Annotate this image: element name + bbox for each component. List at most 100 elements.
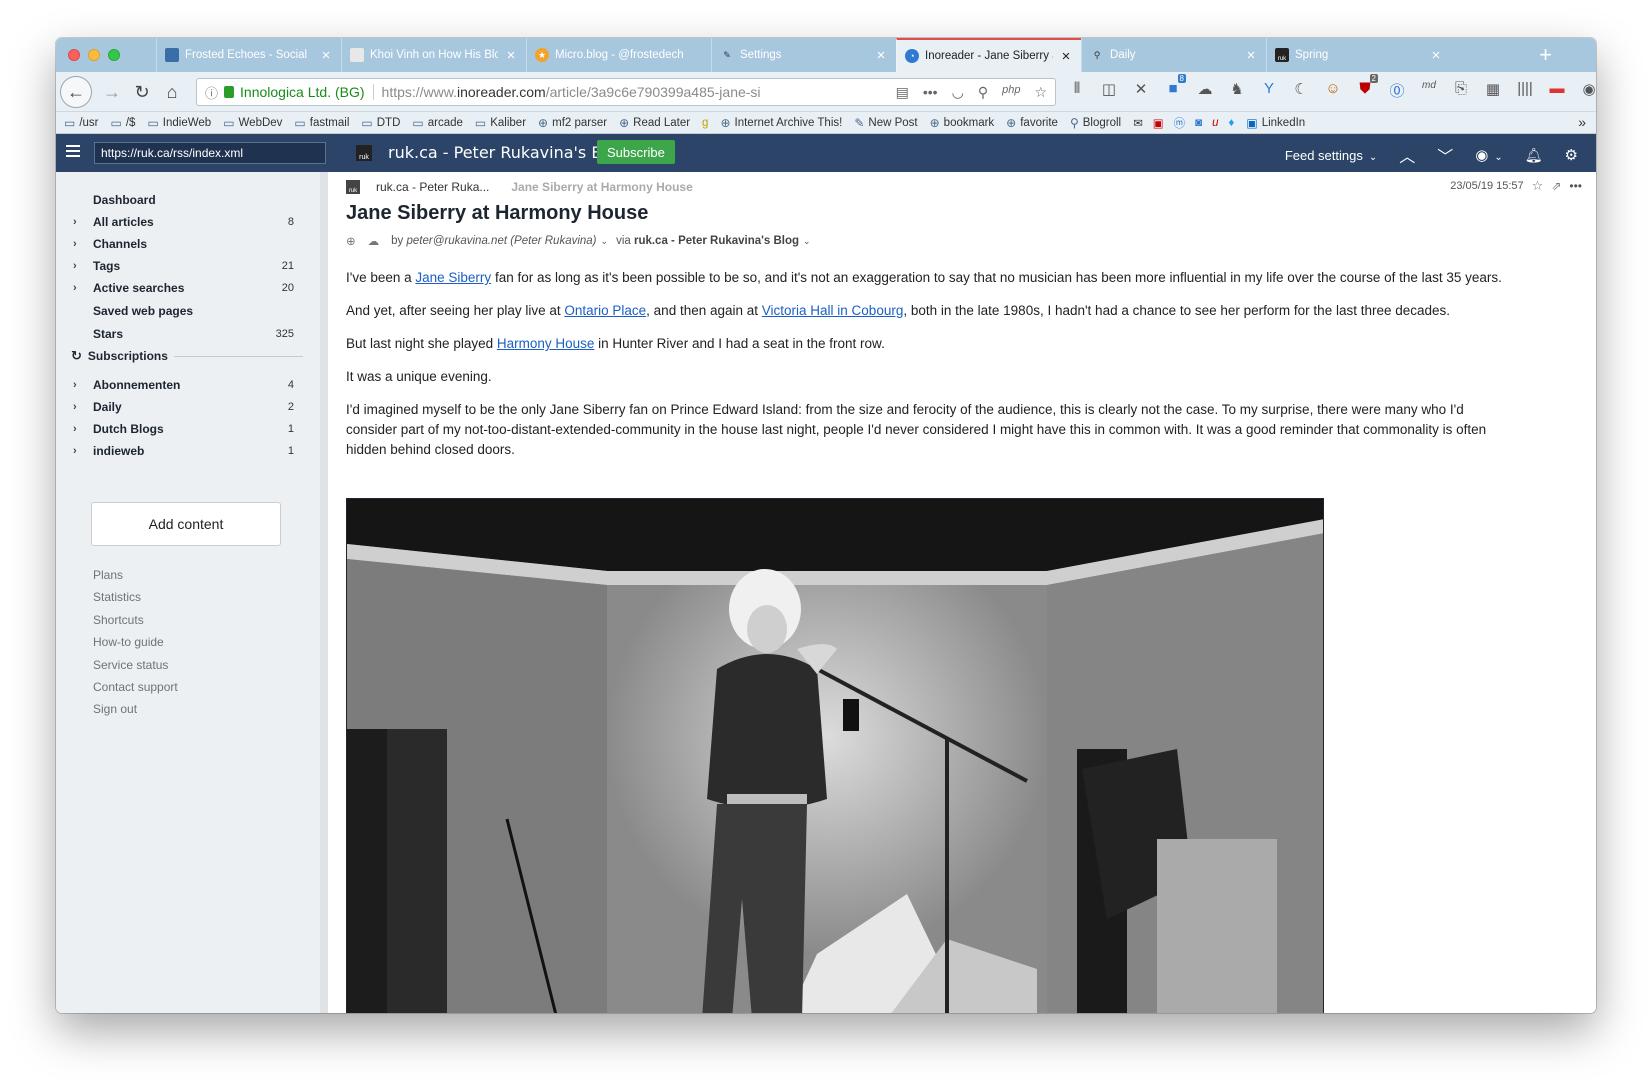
ublock-icon[interactable]: ⛊ 2 [1354,74,1378,101]
sidebar-item-channels[interactable]: › Channels [56,234,320,254]
close-tab-icon[interactable]: × [1244,47,1258,64]
account-icon[interactable]: ◉ [1578,80,1596,101]
star-icon[interactable]: ☆ [1532,178,1544,194]
chevron-right-icon[interactable]: › [73,401,77,413]
chevron-right-icon[interactable]: › [73,379,77,391]
external-link-icon[interactable]: ⇗ [1551,179,1561,193]
chevron-right-icon[interactable]: › [73,445,77,457]
more-options-icon[interactable]: ••• [1569,179,1582,193]
tab-inoreader[interactable]: ◔ Inoreader - Jane Siberry a × [896,38,1081,72]
twitter-icon[interactable]: ♦ [1228,117,1234,129]
close-tab-icon[interactable]: × [1429,47,1443,64]
article-via-feed[interactable]: ruk.ca - Peter Rukavina's Blog [634,235,799,247]
jane-siberry-link[interactable]: Jane Siberry [415,270,491,285]
previous-article-icon[interactable]: ︿ [1399,143,1415,167]
article-title[interactable]: Jane Siberry at Harmony House [346,202,648,225]
add-content-button[interactable]: Add content [91,502,281,546]
chevron-right-icon[interactable]: › [73,260,77,272]
close-tab-icon[interactable]: × [1059,48,1073,65]
reload-icon[interactable]: ↻ [128,78,156,106]
library-icon[interactable]: ⫴ [1066,80,1088,101]
victoria-hall-link[interactable]: Victoria Hall in Cobourg [762,303,904,318]
chevron-down-icon[interactable]: ⌄ [803,236,811,247]
script-icon[interactable]: u [1212,117,1218,129]
screenshot-icon[interactable]: ⎘ [1450,80,1472,101]
chevron-right-icon[interactable]: › [73,216,77,228]
tab-settings[interactable]: ✎ Settings × [711,38,896,72]
chevron-right-icon[interactable]: › [73,282,77,294]
bookmark-mf2-parser[interactable]: ⊕ mf2 parser [538,116,607,130]
tool-pin-icon[interactable]: ✕ [1130,80,1152,101]
bookmarks-overflow-icon[interactable]: » [1578,114,1586,130]
contact-support-link[interactable]: Contact support [93,680,178,694]
mastodon-icon[interactable]: ⓜ [1174,115,1186,131]
ycombinator-icon[interactable]: Y [1258,80,1280,101]
hamburger-menu-icon[interactable] [66,145,80,157]
rss-icon[interactable]: ◙ [1195,117,1202,129]
moon-icon[interactable]: ☾ [1290,80,1312,101]
sidebar-folder-abonnementen[interactable]: › Abonnementen 4 [56,375,320,395]
sidebar-item-tags[interactable]: › Tags 21 [56,256,320,276]
cloud-icon[interactable]: ☁ [1194,80,1216,101]
sidebar-icon[interactable]: ◫ [1098,80,1120,101]
next-article-icon[interactable]: ﹀ [1437,143,1453,167]
bookmark-folder-kaliber[interactable]: ▭ Kaliber [475,116,526,130]
ontario-place-link[interactable]: Ontario Place [564,303,646,318]
extension-badge-icon[interactable]: ■ 8 [1162,74,1186,101]
how-to-guide-link[interactable]: How-to guide [93,635,164,649]
feed-settings-dropdown[interactable]: Feed settings ⌄ [1285,148,1377,163]
pocket-icon[interactable]: ◡ [952,84,964,101]
service-status-link[interactable]: Service status [93,658,168,672]
info-icon[interactable]: ⓘ [205,83,218,102]
statistics-link[interactable]: Statistics [93,590,141,604]
article-author[interactable]: peter@rukavina.net (Peter Rukavina) [407,235,597,247]
chevron-right-icon[interactable]: › [73,238,77,250]
sidebar-folder-dutch-blogs[interactable]: › Dutch Blogs 1 [56,419,320,439]
sidebar-item-dashboard[interactable]: Dashboard [56,190,320,210]
bookmark-linkedin[interactable]: ▣ LinkedIn [1246,116,1305,130]
view-mode-dropdown[interactable]: ◉ ⌄ [1475,146,1502,164]
bookmark-internet-archive[interactable]: ⊕ Internet Archive This! [720,116,842,130]
sign-out-link[interactable]: Sign out [93,702,137,716]
url-text[interactable]: https://www.inoreader.com/article/3a9c6e… [372,84,761,100]
home-icon[interactable]: ⌂ [158,78,186,106]
close-tab-icon[interactable]: × [319,47,333,64]
bookmark-folder-dollar[interactable]: ▭/$ [111,116,136,130]
subscribe-button[interactable]: Subscribe [597,140,675,164]
notes-icon[interactable]: ▦ [1482,80,1504,101]
bookmark-favorite[interactable]: ⊕ favorite [1006,116,1058,130]
evernote-icon[interactable]: ♞ [1226,80,1248,101]
sidebar-resize-handle[interactable] [320,172,328,1013]
tab-daily[interactable]: ⚲ Daily × [1081,38,1266,72]
sidebar-item-saved-web-pages[interactable]: Saved web pages [56,301,320,321]
close-window-button[interactable] [68,49,80,61]
bookmark-star-icon[interactable]: ☆ [1034,84,1047,101]
markdown-icon[interactable]: md [1418,80,1440,101]
bookmark-read-later[interactable]: ⊕ Read Later [619,116,690,130]
article-source[interactable]: ruk.ca - Peter Ruka... [376,180,489,194]
bookmark-folder-usr[interactable]: ▭/usr [64,116,99,130]
tab-khoi-vinh[interactable]: Khoi Vinh on How His Blo × [341,38,526,72]
bookmark-folder-webdev[interactable]: ▭ WebDev [223,116,282,130]
bookmark-blogroll[interactable]: ⚲ Blogroll [1070,116,1121,130]
harmony-house-link[interactable]: Harmony House [497,336,595,351]
fox-icon[interactable]: ☺ [1322,80,1344,101]
tab-micro-blog[interactable]: ★ Micro.blog - @frostedech [526,38,711,72]
onepassword-icon[interactable]: ⓪ [1386,80,1408,101]
tab-frosted-echoes[interactable]: Frosted Echoes - Social × [156,38,341,72]
bookmark-folder-arcade[interactable]: ▭ arcade [412,116,463,130]
pin-icon[interactable]: ⚲ [978,84,988,101]
close-tab-icon[interactable]: × [504,47,518,64]
new-tab-icon[interactable]: + [1539,42,1552,68]
bookmark-new-post[interactable]: ✎ New Post [854,116,917,130]
plans-link[interactable]: Plans [93,568,123,582]
article-photo[interactable] [346,498,1324,1013]
forward-arrow-icon[interactable]: → [98,78,126,106]
bell-icon[interactable]: 🔔︎ [1525,147,1543,164]
chevron-right-icon[interactable]: › [73,423,77,435]
feed-title[interactable]: ruk.ca - Peter Rukavina's Blog [388,143,627,162]
php-icon[interactable]: php [1002,84,1020,101]
flag-icon[interactable]: ▣ [1153,116,1164,130]
page-actions-icon[interactable]: ••• [923,84,938,101]
reader-view-icon[interactable]: ▤ [896,84,909,101]
